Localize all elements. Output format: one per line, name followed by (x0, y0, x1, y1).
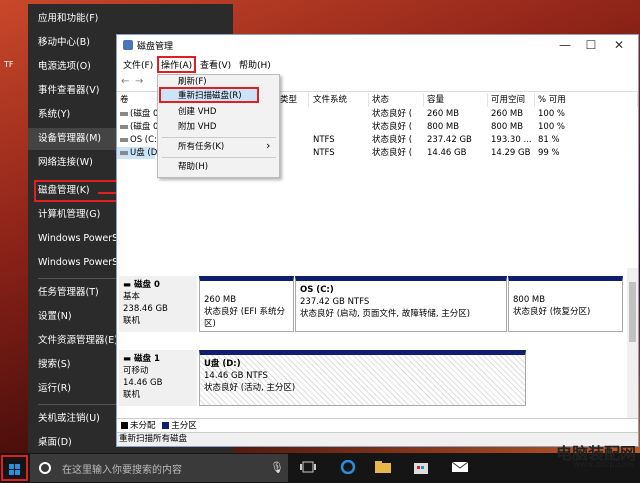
edge-browser-icon[interactable] (340, 460, 356, 474)
menu-bar: 文件(F) 操作(A) 查看(V) 帮助(H) (117, 56, 638, 73)
table-row[interactable]: OS (C: (117, 134, 157, 146)
col-pct-free[interactable]: % 可用 (535, 93, 638, 107)
row-pct: 99 % (538, 148, 560, 158)
row-pct: 81 % (538, 135, 560, 145)
taskbar: 在这里输入你要搜索的内容 🎙 (0, 453, 640, 483)
volume-icon (120, 137, 128, 142)
menu-separator (162, 137, 276, 138)
forward-icon[interactable]: → (135, 76, 143, 87)
disk-state: 联机 (123, 390, 141, 400)
menu-item-rescan[interactable]: 重新扫描磁盘(R) (178, 89, 242, 103)
disk-pane: ▬ 磁盘 0 基本 238.46 GB 联机 260 MB 状态良好 (EFI … (117, 268, 625, 418)
disk-kind: 基本 (123, 292, 141, 302)
start-button[interactable] (1, 455, 28, 481)
disk-icon: ▬ (123, 354, 134, 364)
menu-view[interactable]: 查看(V) (200, 58, 231, 71)
partition-os[interactable]: OS (C:) 237.42 GB NTFS 状态良好 (启动, 页面文件, 故… (295, 276, 507, 332)
disk-size: 238.46 GB (123, 304, 168, 314)
row-capacity: 260 MB (427, 109, 460, 119)
row-free: 260 MB (491, 109, 524, 119)
winx-item-apps[interactable]: 应用和功能(F) (38, 8, 228, 30)
col-status[interactable]: 状态 (369, 93, 424, 107)
volume-icon (120, 150, 128, 155)
menu-item-attach-vhd[interactable]: 附加 VHD (178, 120, 216, 134)
partition-recovery[interactable]: 800 MB 状态良好 (恢复分区) (508, 276, 623, 332)
mail-icon[interactable] (452, 460, 468, 474)
disk-management-icon (123, 40, 133, 50)
window-title: 磁盘管理 (137, 42, 174, 52)
disk-state: 联机 (123, 316, 141, 326)
col-capacity[interactable]: 容量 (424, 93, 488, 107)
volume-icon (120, 124, 128, 129)
microphone-icon[interactable]: 🎙 (270, 461, 284, 474)
menu-separator (162, 157, 276, 158)
row-status: 状态良好 ( (372, 109, 413, 119)
col-type[interactable]: 类型 (277, 93, 309, 107)
store-icon[interactable] (413, 460, 429, 474)
minimize-button[interactable]: — (557, 37, 573, 53)
scrollbar-thumb[interactable] (629, 282, 636, 342)
volume-icon (120, 111, 128, 116)
disk-icon: ▬ (123, 280, 134, 290)
back-icon[interactable]: ← (121, 76, 129, 87)
row-pct: 100 % (538, 109, 566, 119)
watermark-url: www.dnzp.com (573, 460, 635, 469)
table-row[interactable]: (磁盘 0 (117, 108, 158, 120)
row-free: 800 MB (491, 122, 524, 132)
unallocated-swatch (121, 422, 128, 429)
col-free[interactable]: 可用空间 (488, 93, 535, 107)
table-row[interactable]: U盘 (D (117, 147, 157, 159)
desktop-edge-text: TF (4, 60, 14, 69)
row-pct: 100 % (538, 122, 566, 132)
row-filesystem: NTFS (313, 135, 335, 145)
disk-name: ▬ 磁盘 1 (123, 354, 160, 364)
maximize-button[interactable]: ☐ (583, 37, 599, 53)
action-menu: 刷新(F) 重新扫描磁盘(R) 创建 VHD 附加 VHD 所有任务(K) › … (157, 74, 280, 178)
primary-swatch (162, 422, 170, 429)
row-free: 14.29 GB (491, 148, 531, 158)
disk-size: 14.46 GB (123, 378, 163, 388)
row-status: 状态良好 ( (372, 148, 413, 158)
menu-item-all-tasks[interactable]: 所有任务(K) (178, 140, 224, 154)
partition-usb[interactable]: U盘 (D:) 14.46 GB NTFS 状态良好 (活动, 主分区) (199, 350, 526, 406)
row-status: 状态良好 ( (372, 122, 413, 132)
file-explorer-icon[interactable] (375, 460, 391, 474)
cortana-icon (39, 462, 51, 474)
row-capacity: 14.46 GB (427, 148, 467, 158)
row-capacity: 237.42 GB (427, 135, 472, 145)
row-status: 状态良好 ( (372, 135, 413, 145)
submenu-arrow-icon: › (266, 139, 271, 152)
col-filesystem[interactable]: 文件系统 (310, 93, 369, 107)
windows-logo-icon (9, 464, 21, 476)
row-capacity: 800 MB (427, 122, 460, 132)
row-filesystem: NTFS (313, 148, 335, 158)
legend-primary: 主分区 (171, 421, 197, 431)
disk-name: ▬ 磁盘 0 (123, 280, 160, 290)
close-button[interactable]: ✕ (611, 37, 627, 53)
legend: 未分配 主分区 (117, 418, 638, 432)
menu-file[interactable]: 文件(F) (123, 58, 153, 71)
menu-help[interactable]: 帮助(H) (239, 58, 271, 71)
task-view-icon[interactable] (300, 460, 316, 474)
row-free: 193.30 ... (491, 135, 532, 145)
vertical-scrollbar[interactable] (627, 268, 638, 418)
disk-0-label[interactable]: ▬ 磁盘 0 基本 238.46 GB 联机 (119, 276, 197, 332)
menu-action[interactable]: 操作(A) (157, 56, 197, 73)
disk-kind: 可移动 (123, 366, 149, 376)
legend-unallocated: 未分配 (130, 421, 156, 431)
title-bar[interactable]: 磁盘管理 — ☐ ✕ (117, 35, 638, 55)
disk-1-label[interactable]: ▬ 磁盘 1 可移动 14.46 GB 联机 (119, 350, 197, 406)
search-placeholder: 在这里输入你要搜索的内容 (62, 465, 182, 476)
table-row[interactable]: (磁盘 0 (117, 121, 158, 133)
partition-efi[interactable]: 260 MB 状态良好 (EFI 系统分区) (199, 276, 294, 332)
search-box[interactable]: 在这里输入你要搜索的内容 🎙 (30, 454, 288, 482)
menu-item-help[interactable]: 帮助(H) (178, 160, 208, 174)
menu-item-create-vhd[interactable]: 创建 VHD (178, 105, 216, 119)
